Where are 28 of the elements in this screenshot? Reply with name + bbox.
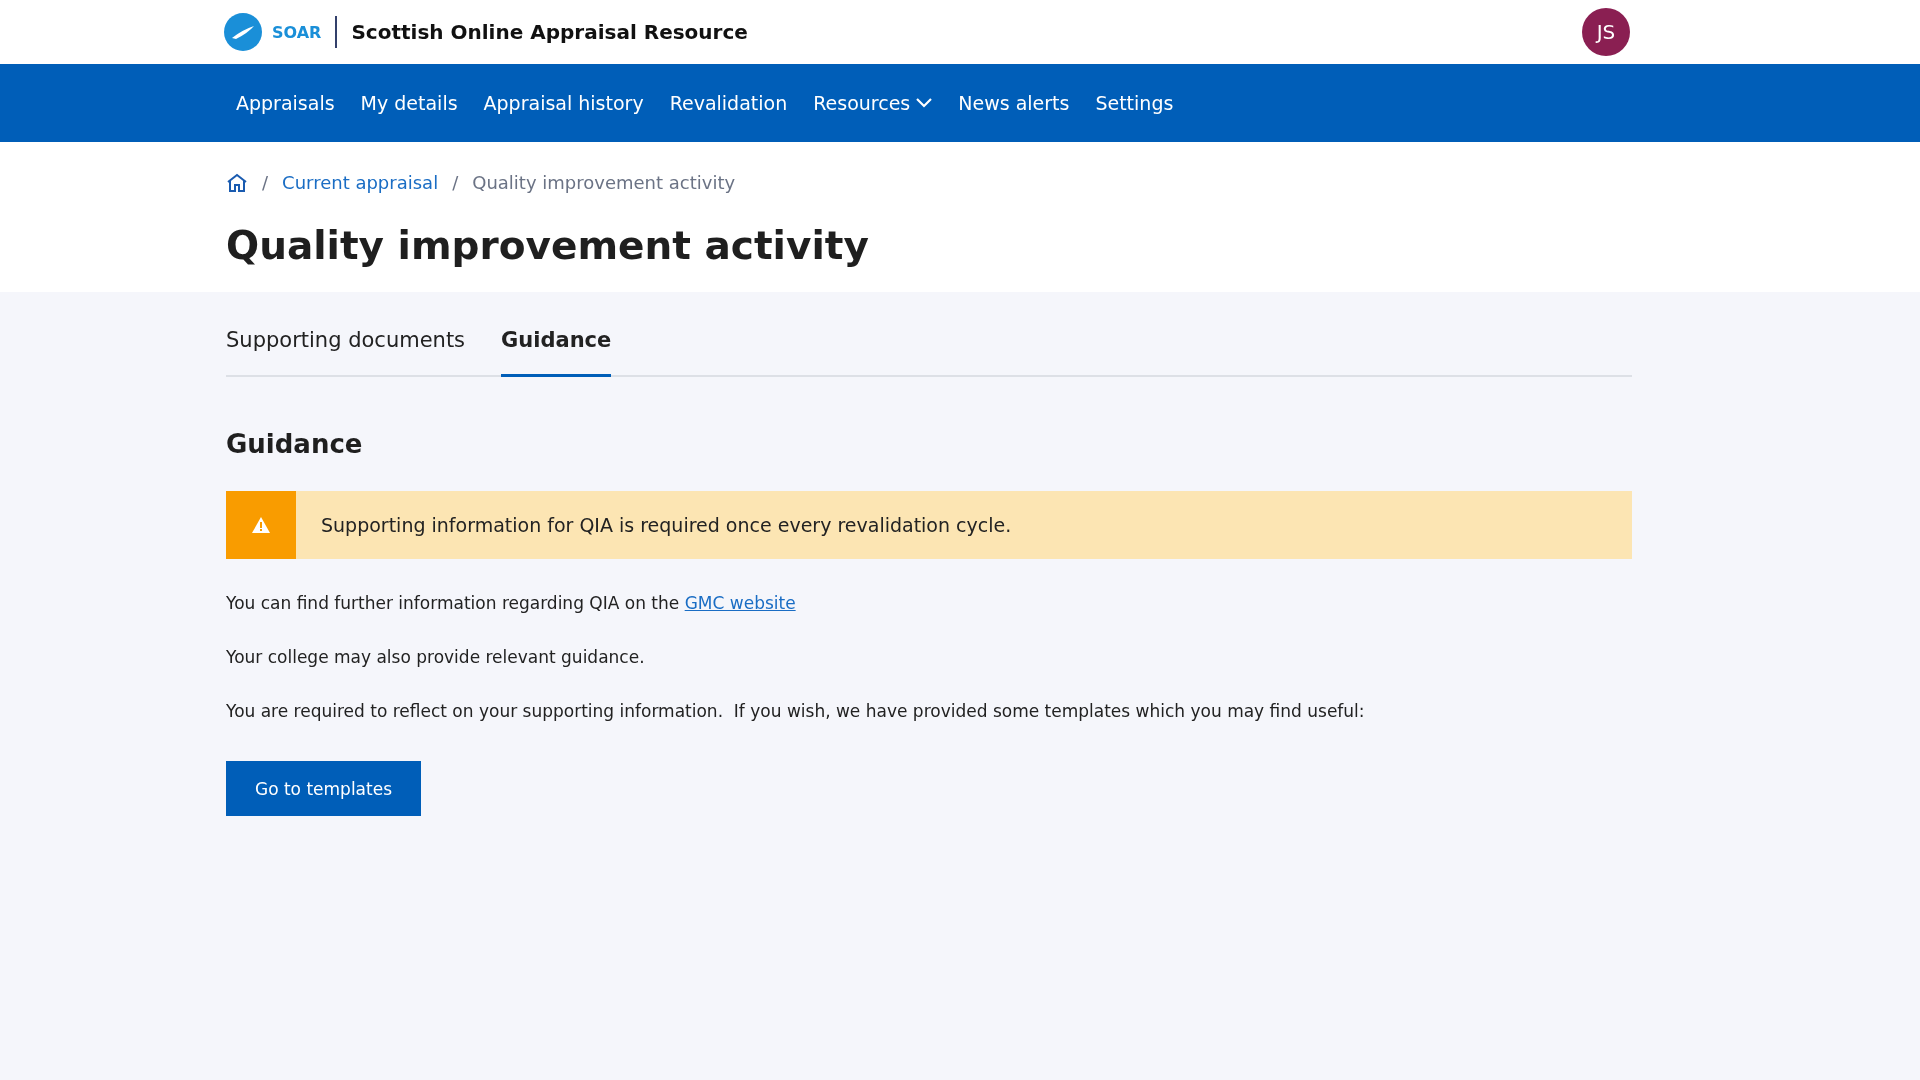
logo-icon [224, 13, 262, 51]
breadcrumb-link[interactable]: Current appraisal [282, 172, 439, 193]
breadcrumb-separator: / [262, 172, 269, 193]
tab[interactable]: Supporting documents [226, 322, 466, 377]
nav-item[interactable]: My details [350, 84, 468, 122]
page-title: Quality improvement activity [226, 223, 870, 268]
body-text: Your college may also provide relevant guidance. [226, 647, 646, 667]
nav-item[interactable]: Settings [1085, 84, 1184, 122]
warning-icon [251, 516, 271, 534]
chevron-down-icon [916, 98, 933, 108]
nav-item[interactable]: News alerts [948, 84, 1080, 122]
nav-item[interactable]: Appraisals [226, 84, 345, 122]
body-text: You are required to reflect on your supporting information. If you wish, we have provided some templates which you may find useful: [226, 701, 1366, 721]
home-icon[interactable] [226, 172, 248, 193]
nav-item[interactable]: Revalidation [659, 84, 798, 122]
go-to-templates-button[interactable]: Go to templates [226, 761, 421, 816]
gmc-website-link[interactable]: GMC website [684, 593, 796, 613]
current-page-label: Quality improvement activity [472, 172, 736, 193]
site-title: Scottish Online Appraisal Resource [351, 20, 748, 44]
tab[interactable]: Guidance [501, 322, 612, 377]
nav-item[interactable]: Appraisal history [473, 84, 654, 122]
body-text: You can find further information regarding QIA on the GMC website [226, 593, 797, 613]
breadcrumb-separator: / [452, 172, 459, 193]
section-title: Guidance [226, 429, 364, 459]
nav-item[interactable]: Resources [803, 84, 943, 122]
logo-text: SOAR [272, 22, 322, 42]
user-avatar[interactable]: JS [1582, 8, 1630, 56]
alert-text: Supporting information for QIA is required once every revalidation cycle. [320, 514, 1012, 536]
